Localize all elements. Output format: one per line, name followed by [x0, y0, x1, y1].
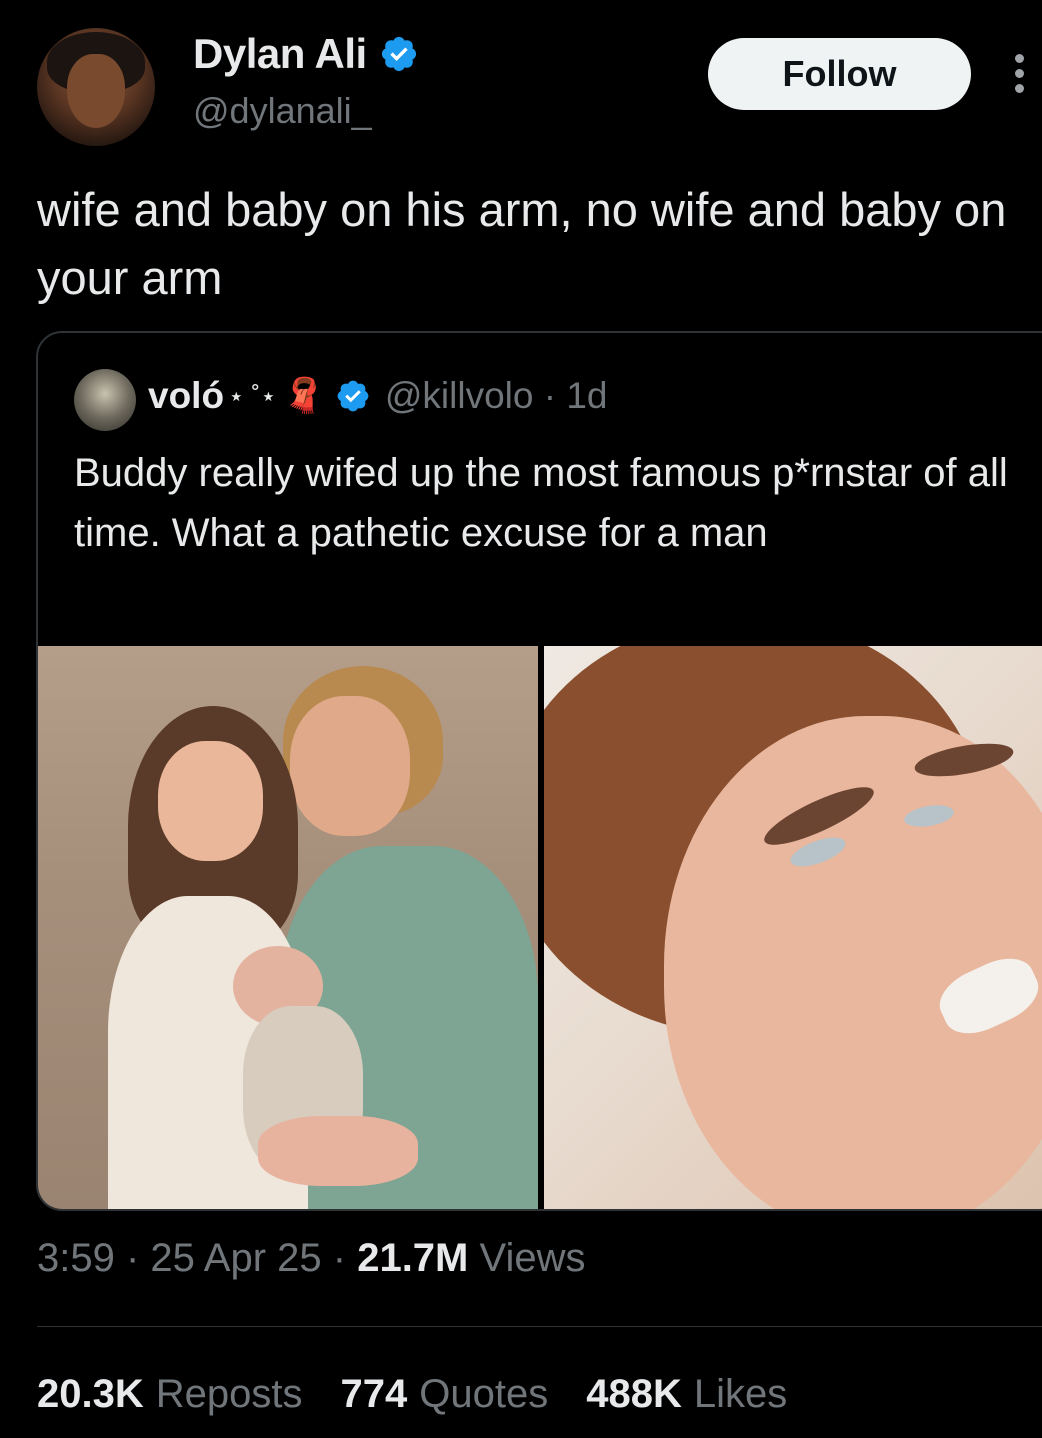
- quoted-age: 1d: [566, 375, 608, 416]
- quoted-header: voló ⋆ ˚⋆ 🧣 @killvolo · 1d: [148, 375, 608, 417]
- engagement-stats: 20.3K Reposts 774 Quotes 488K Likes: [37, 1372, 825, 1417]
- tweet-date: 25 Apr 25: [150, 1236, 322, 1280]
- quoted-tweet-card[interactable]: voló ⋆ ˚⋆ 🧣 @killvolo · 1d Buddy really …: [36, 331, 1042, 1211]
- author-name-row: Dylan Ali: [193, 30, 419, 78]
- author-handle[interactable]: @dylanali_: [193, 90, 372, 132]
- tweet-time: 3:59: [37, 1236, 115, 1280]
- reposts-stat[interactable]: 20.3K Reposts: [37, 1372, 303, 1417]
- author-display-name[interactable]: Dylan Ali: [193, 30, 367, 78]
- author-avatar[interactable]: [37, 28, 155, 146]
- quoted-handle: @killvolo · 1d: [384, 375, 608, 416]
- tweet-text: wife and baby on his arm, no wife and ba…: [37, 183, 1007, 304]
- avatar-face: [67, 54, 125, 128]
- quoted-media-closeup-photo[interactable]: [544, 646, 1042, 1209]
- quoted-media-family-photo[interactable]: [38, 646, 538, 1209]
- follow-button[interactable]: Follow: [708, 38, 971, 110]
- views-label: Views: [479, 1236, 586, 1280]
- quotes-stat[interactable]: 774 Quotes: [341, 1372, 549, 1417]
- scarf-emoji-icon: 🧣: [282, 377, 325, 415]
- verified-badge-icon: [381, 36, 416, 72]
- quoted-author-avatar: [74, 369, 136, 431]
- divider: [37, 1326, 1042, 1327]
- views-count: 21.7M: [357, 1236, 469, 1280]
- quoted-display-name: voló: [148, 375, 225, 416]
- tweet-meta: 3:59 · 25 Apr 25 · 21.7M Views: [37, 1236, 586, 1280]
- quoted-verified-badge-icon: [337, 380, 369, 412]
- quoted-text: Buddy really wifed up the most famous p*…: [74, 451, 1008, 555]
- more-options-icon[interactable]: [1011, 54, 1027, 98]
- likes-stat[interactable]: 488K Likes: [586, 1372, 787, 1417]
- name-decoration: ⋆ ˚⋆: [228, 380, 277, 411]
